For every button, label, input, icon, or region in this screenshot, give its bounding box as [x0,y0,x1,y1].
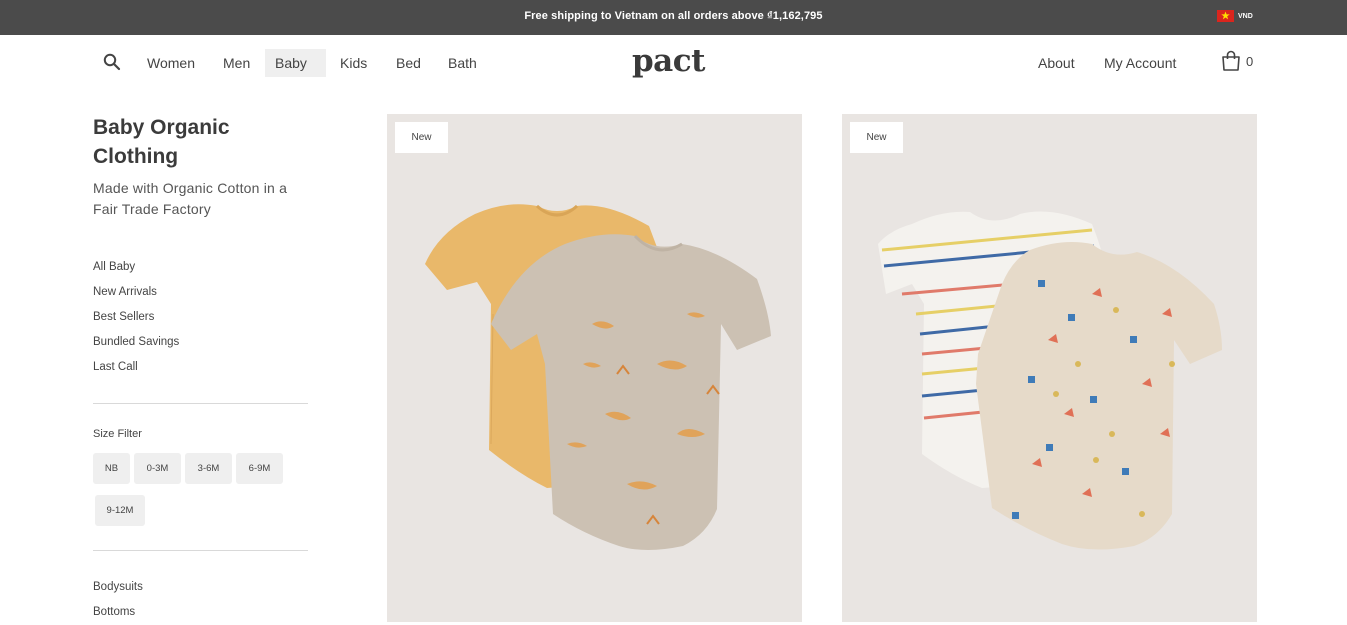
size-filter-label: Size Filter [93,428,142,440]
category-best-sellers[interactable]: Best Sellers [93,305,308,330]
product-card[interactable]: New [842,114,1257,622]
size-6-9m[interactable]: 6-9M [236,453,283,484]
size-0-3m[interactable]: 0-3M [134,453,181,484]
category-list: All Baby New Arrivals Best Sellers Bundl… [93,255,308,380]
size-9-12m[interactable]: 9-12M [95,495,145,526]
pact-logo[interactable]: pact [632,43,705,79]
category-bundled-savings[interactable]: Bundled Savings [93,330,308,355]
shopping-bag-icon [1222,50,1240,71]
nav-bed[interactable]: Bed [386,49,431,77]
nav-about[interactable]: About [1038,49,1075,77]
category-new-arrivals[interactable]: New Arrivals [93,280,308,305]
subcategory-bodysuits[interactable]: Bodysuits [93,575,308,600]
cart-button[interactable]: 0 [1221,50,1253,72]
main-nav: Women Men Baby Kids Bed Bath pact About … [0,35,1347,91]
subcategory-bottoms[interactable]: Bottoms [93,600,308,625]
size-filter-options: NB 0-3M 3-6M 6-9M 9-12M [93,453,308,526]
cart-count: 0 [1246,53,1254,69]
vietnam-flag-icon [1217,10,1234,22]
page-subtitle: Made with Organic Cotton in a Fair Trade… [93,180,288,217]
currency-selector[interactable]: VND [1217,10,1253,22]
currency-label: VND [1238,12,1253,20]
announcement-bar: Free shipping to Vietnam on all orders a… [0,0,1347,35]
sidebar-divider [93,403,308,404]
nav-bath[interactable]: Bath [438,49,487,77]
search-button[interactable] [103,53,121,71]
nav-women[interactable]: Women [137,49,205,77]
product-image [878,211,1222,550]
nav-my-account[interactable]: My Account [1104,49,1176,77]
nav-men[interactable]: Men [213,49,260,77]
page-title: Baby Organic Clothing [93,116,230,168]
new-badge: New [850,122,903,153]
subcategory-list: Bodysuits Bottoms [93,575,308,625]
nav-baby[interactable]: Baby [265,49,326,77]
filter-sidebar: Baby Organic Clothing Made with Organic … [93,113,308,625]
category-last-call[interactable]: Last Call [93,355,308,380]
product-image [425,204,771,550]
size-3-6m[interactable]: 3-6M [185,453,232,484]
search-icon [103,53,121,71]
sidebar-divider [93,550,308,551]
new-badge: New [395,122,448,153]
nav-kids[interactable]: Kids [330,49,377,77]
category-all-baby[interactable]: All Baby [93,255,308,280]
size-nb[interactable]: NB [93,453,130,484]
product-card[interactable]: New [387,114,802,622]
announcement-text: Free shipping to Vietnam on all orders a… [524,10,823,22]
